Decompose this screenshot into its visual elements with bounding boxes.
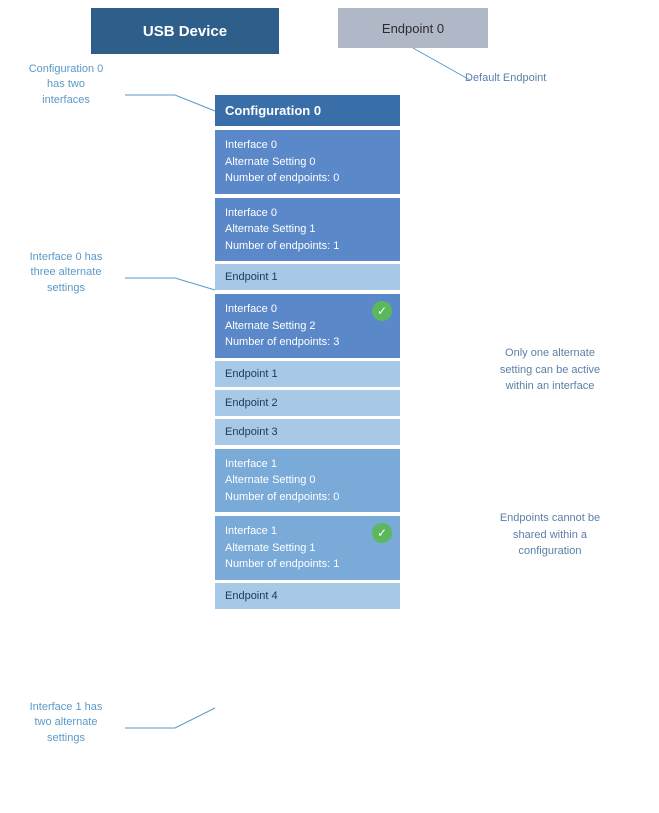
iface0-alt0-block: Interface 0Alternate Setting 0Number of … [215, 130, 400, 194]
iface1-alt0-block: Interface 1Alternate Setting 0Number of … [215, 449, 400, 513]
config-annotation: Configuration 0has twointerfaces [6, 62, 126, 108]
endpoint2: Endpoint 2 [215, 390, 400, 416]
endpoint3: Endpoint 3 [215, 419, 400, 445]
alt-setting-annotation: Only one alternatesetting can be activew… [465, 345, 635, 395]
endpoints-annotation: Endpoints cannot beshared within aconfig… [465, 510, 635, 560]
iface0-alt1-block: Interface 0Alternate Setting 1Number of … [215, 198, 400, 262]
main-column: Configuration 0 Interface 0Alternate Set… [215, 95, 400, 609]
iface0-annotation: Interface 0 hasthree alternatesettings [6, 250, 126, 296]
endpoint1-b: Endpoint 1 [215, 361, 400, 387]
active-checkmark-iface1: ✓ [372, 523, 392, 543]
usb-device-label: USB Device [143, 23, 227, 40]
default-endpoint-label: Default Endpoint [465, 72, 546, 84]
endpoint4: Endpoint 4 [215, 583, 400, 609]
usb-device-box: USB Device [91, 8, 279, 54]
endpoint1-a: Endpoint 1 [215, 264, 400, 290]
endpoint0-label: Endpoint 0 [382, 21, 444, 36]
iface1-alt1-block: Interface 1Alternate Setting 1Number of … [215, 516, 400, 580]
active-checkmark-iface0: ✓ [372, 301, 392, 321]
iface1-annotation: Interface 1 hastwo alternatesettings [6, 700, 126, 746]
iface0-alt2-block: Interface 0Alternate Setting 2Number of … [215, 294, 400, 358]
endpoint0-box: Endpoint 0 [338, 8, 488, 48]
config-header: Configuration 0 [215, 95, 400, 126]
